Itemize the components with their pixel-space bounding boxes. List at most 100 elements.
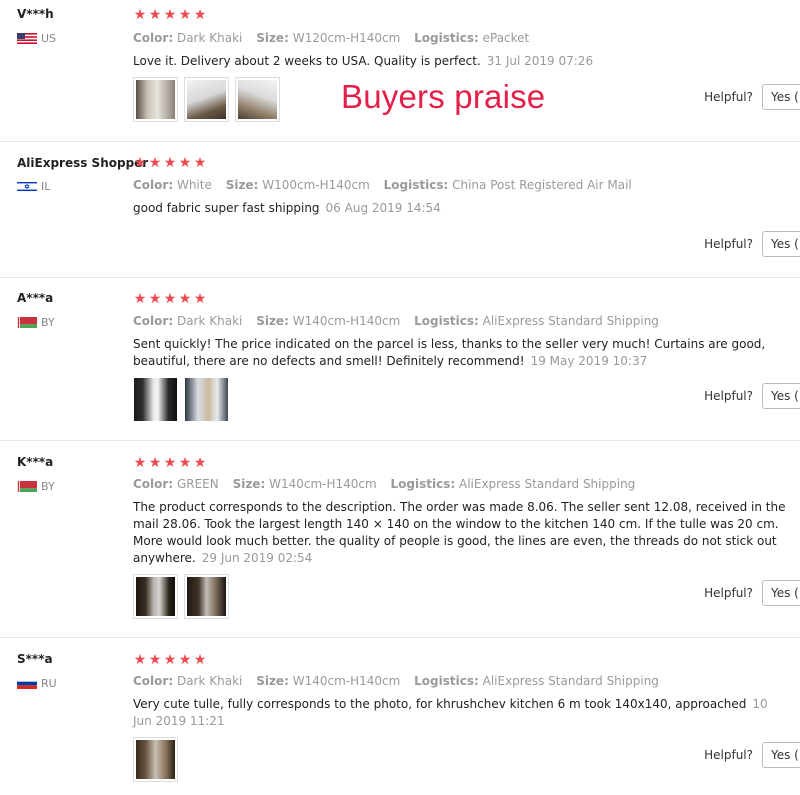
- review-photo-thumbnail[interactable]: [184, 77, 229, 122]
- reviewer-name: A***a: [17, 291, 54, 305]
- logistics-value: ePacket: [482, 31, 530, 45]
- order-attributes: Color: Dark Khaki Size: W140cm-H140cm Lo…: [133, 674, 659, 688]
- star-icon: ★: [193, 7, 207, 23]
- color-value: GREEN: [176, 477, 219, 491]
- review-date: 31 Jul 2019 07:26: [486, 54, 594, 68]
- review-date: 29 Jun 2019 02:54: [201, 551, 313, 565]
- country-code: BY: [41, 316, 55, 329]
- helpful-label: Helpful?: [704, 389, 753, 403]
- reviewer-name: AliExpress Shopper: [17, 156, 149, 170]
- review-text: The product corresponds to the descripti…: [133, 499, 793, 567]
- logistics-value: AliExpress Standard Shipping: [458, 477, 636, 491]
- size-value: W140cm-H140cm: [292, 314, 401, 328]
- ru-flag-icon: [17, 678, 37, 689]
- helpful-label: Helpful?: [704, 586, 753, 600]
- reviewer-country: RU: [17, 677, 57, 690]
- star-icon: ★: [193, 155, 207, 171]
- logistics-label: Logistics:: [390, 477, 456, 491]
- star-icon: ★: [163, 291, 177, 307]
- helpful-label: Helpful?: [704, 237, 753, 251]
- review-photo-thumbnail[interactable]: [184, 574, 229, 619]
- star-icon: ★: [148, 652, 162, 668]
- country-code: US: [41, 32, 57, 45]
- review-item: AliExpress Shopper IL ★ ★ ★ ★ ★ Color: White…: [0, 142, 800, 278]
- size-label: Size:: [256, 314, 289, 328]
- helpful-vote: Helpful? Yes (: [704, 383, 800, 409]
- review-date: 06 Aug 2019 14:54: [325, 201, 441, 215]
- helpful-yes-button[interactable]: Yes (: [762, 742, 800, 768]
- size-label: Size:: [256, 674, 289, 688]
- color-value: White: [176, 178, 212, 192]
- helpful-label: Helpful?: [704, 90, 753, 104]
- star-rating: ★ ★ ★ ★ ★: [133, 8, 207, 22]
- logistics-value: AliExpress Standard Shipping: [482, 314, 659, 328]
- star-icon: ★: [148, 155, 162, 171]
- helpful-vote: Helpful? Yes (: [704, 231, 800, 257]
- color-value: Dark Khaki: [176, 31, 243, 45]
- review-photo-thumbnail[interactable]: [235, 77, 280, 122]
- reviewer-name: K***a: [17, 455, 54, 469]
- review-date: 19 May 2019 10:37: [530, 354, 648, 368]
- star-rating: ★ ★ ★ ★ ★: [133, 156, 207, 170]
- review-text: Love it. Delivery about 2 weeks to USA. …: [133, 53, 793, 70]
- reviewer-name: S***a: [17, 652, 53, 666]
- size-label: Size:: [225, 178, 259, 192]
- review-body: Very cute tulle, fully corresponds to th…: [133, 697, 747, 711]
- star-icon: ★: [193, 291, 207, 307]
- star-icon: ★: [148, 291, 162, 307]
- review-photo-thumbnail[interactable]: [133, 737, 178, 782]
- order-attributes: Color: GREEN Size: W140cm-H140cm Logisti…: [133, 477, 635, 491]
- star-icon: ★: [163, 652, 177, 668]
- review-photo-thumbnail[interactable]: [133, 574, 178, 619]
- review-photo-thumbnail[interactable]: [133, 77, 178, 122]
- reviewer-country: BY: [17, 316, 55, 329]
- logistics-label: Logistics:: [383, 178, 449, 192]
- reviewer-country: IL: [17, 180, 50, 193]
- logistics-label: Logistics:: [414, 31, 479, 45]
- review-text: Very cute tulle, fully corresponds to th…: [133, 696, 778, 730]
- reviewer-country: US: [17, 32, 56, 45]
- order-attributes: Color: White Size: W100cm-H140cm Logisti…: [133, 178, 632, 192]
- helpful-yes-button[interactable]: Yes (: [762, 231, 800, 257]
- review-item: A***a BY ★ ★ ★ ★ ★ Color: Dark Khaki Size: W…: [0, 278, 800, 441]
- color-value: Dark Khaki: [176, 674, 243, 688]
- helpful-yes-button[interactable]: Yes (: [762, 84, 800, 110]
- review-item: V***h US ★ ★ ★ ★ ★ Color: Dark Khaki Size: W…: [0, 0, 800, 142]
- helpful-vote: Helpful? Yes (: [704, 742, 800, 768]
- star-icon: ★: [178, 652, 192, 668]
- review-body: Sent quickly! The price indicated on the…: [133, 337, 766, 368]
- star-icon: ★: [133, 7, 147, 23]
- reviewer-name: V***h: [17, 7, 54, 21]
- color-label: Color:: [133, 178, 174, 192]
- helpful-vote: Helpful? Yes (: [704, 580, 800, 606]
- helpful-yes-button[interactable]: Yes (: [762, 580, 800, 606]
- by-flag-icon: [17, 481, 37, 492]
- star-icon: ★: [133, 291, 147, 307]
- size-label: Size:: [232, 477, 266, 491]
- color-label: Color:: [133, 674, 174, 688]
- size-value: W100cm-H140cm: [262, 178, 370, 192]
- by-flag-icon: [17, 317, 37, 328]
- star-icon: ★: [178, 291, 192, 307]
- review-photos: [133, 574, 229, 619]
- color-label: Color:: [133, 314, 174, 328]
- star-icon: ★: [178, 7, 192, 23]
- review-photo-thumbnail[interactable]: [133, 377, 178, 422]
- color-value: Dark Khaki: [176, 314, 243, 328]
- review-text: good fabric super fast shipping 06 Aug 20…: [133, 200, 793, 217]
- size-value: W120cm-H140cm: [292, 31, 401, 45]
- helpful-yes-button[interactable]: Yes (: [762, 383, 800, 409]
- star-icon: ★: [193, 455, 207, 471]
- star-icon: ★: [133, 652, 147, 668]
- star-icon: ★: [148, 7, 162, 23]
- review-body: Love it. Delivery about 2 weeks to USA. …: [133, 54, 481, 68]
- star-icon: ★: [148, 455, 162, 471]
- review-photos: [133, 77, 280, 122]
- star-rating: ★ ★ ★ ★ ★: [133, 456, 207, 470]
- star-icon: ★: [133, 455, 147, 471]
- review-text: Sent quickly! The price indicated on the…: [133, 336, 773, 370]
- order-attributes: Color: Dark Khaki Size: W140cm-H140cm Lo…: [133, 314, 659, 328]
- il-flag-icon: [17, 181, 37, 192]
- star-icon: ★: [163, 155, 177, 171]
- review-photo-thumbnail[interactable]: [184, 377, 229, 422]
